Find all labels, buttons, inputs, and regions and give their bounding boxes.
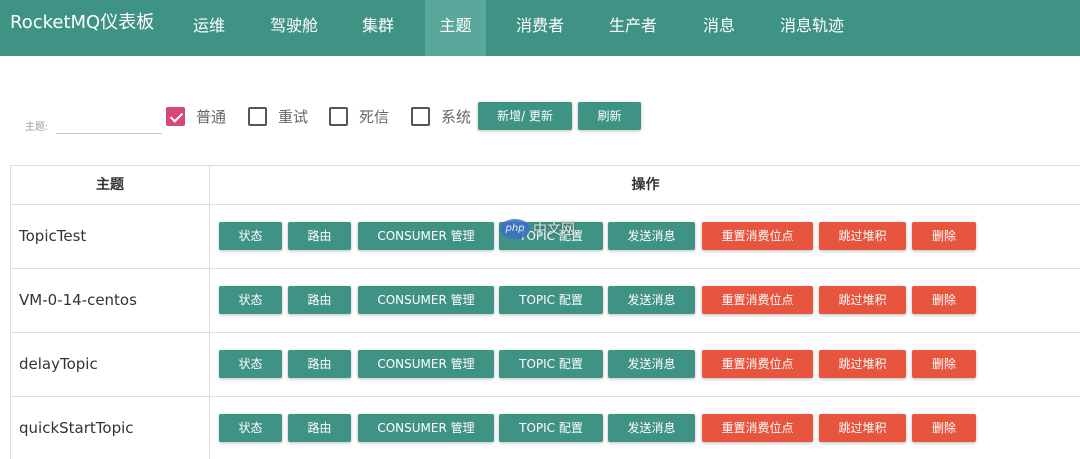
- skip-accumulate-button[interactable]: 跳过堆积: [819, 350, 906, 378]
- refresh-button[interactable]: 刷新: [578, 102, 641, 130]
- checkbox-system-label: 系统: [441, 107, 472, 126]
- topic-config-button[interactable]: TOPIC 配置: [499, 350, 603, 378]
- route-button[interactable]: 路由: [288, 414, 351, 442]
- consumer-manage-button[interactable]: CONSUMER 管理: [358, 222, 494, 250]
- topic-name: TopicTest: [19, 227, 87, 245]
- nav-message[interactable]: 消息: [688, 0, 750, 56]
- nav-producer[interactable]: 生产者: [595, 0, 671, 56]
- topic-config-button[interactable]: TOPIC 配置: [499, 286, 603, 314]
- status-button[interactable]: 状态: [219, 286, 282, 314]
- skip-accumulate-button[interactable]: 跳过堆积: [819, 222, 906, 250]
- nav-consumer[interactable]: 消费者: [502, 0, 578, 56]
- table-row: delayTopic 状态 路由 CONSUMER 管理 TOPIC 配置 发送…: [11, 332, 1080, 396]
- delete-button[interactable]: 删除: [912, 350, 976, 378]
- status-button[interactable]: 状态: [219, 222, 282, 250]
- send-message-button[interactable]: 发送消息: [608, 414, 695, 442]
- watermark: php 中文网: [500, 219, 575, 239]
- checkbox-checked-icon[interactable]: [166, 106, 185, 126]
- reset-offset-button[interactable]: 重置消费位点: [702, 350, 813, 378]
- consumer-manage-button[interactable]: CONSUMER 管理: [358, 414, 494, 442]
- route-button[interactable]: 路由: [288, 350, 351, 378]
- watermark-logo-icon: php: [500, 219, 530, 239]
- skip-accumulate-button[interactable]: 跳过堆积: [819, 286, 906, 314]
- checkbox-icon[interactable]: [329, 106, 348, 126]
- topic-filter-label: 主题:: [25, 122, 49, 133]
- skip-accumulate-button[interactable]: 跳过堆积: [819, 414, 906, 442]
- checkbox-system[interactable]: 系统: [411, 106, 471, 126]
- header-operations: 操作: [631, 177, 660, 193]
- route-button[interactable]: 路由: [288, 222, 351, 250]
- nav-dashboard[interactable]: 驾驶舱: [256, 0, 332, 56]
- topic-config-button[interactable]: TOPIC 配置: [499, 414, 603, 442]
- reset-offset-button[interactable]: 重置消费位点: [702, 414, 813, 442]
- nav-message-trace[interactable]: 消息轨迹: [766, 0, 858, 56]
- topic-name: delayTopic: [19, 355, 98, 373]
- topic-table: 主题 操作 TopicTest 状态 路由 CONSUMER 管理 TOPIC …: [10, 165, 1080, 459]
- nav-topic[interactable]: 主题: [425, 0, 486, 56]
- top-navbar: RocketMQ仪表板 运维 驾驶舱 集群 主题 消费者 生产者 消息 消息轨迹: [0, 0, 1080, 56]
- checkbox-icon[interactable]: [248, 106, 267, 126]
- table-row: quickStartTopic 状态 路由 CONSUMER 管理 TOPIC …: [11, 396, 1080, 459]
- topic-filter-input[interactable]: [56, 112, 162, 134]
- send-message-button[interactable]: 发送消息: [608, 286, 695, 314]
- brand-title[interactable]: RocketMQ仪表板: [10, 0, 154, 46]
- consumer-manage-button[interactable]: CONSUMER 管理: [358, 350, 494, 378]
- delete-button[interactable]: 删除: [912, 286, 976, 314]
- checkbox-retry[interactable]: 重试: [248, 106, 308, 126]
- send-message-button[interactable]: 发送消息: [608, 222, 695, 250]
- topic-name: quickStartTopic: [19, 419, 134, 437]
- nav-cluster[interactable]: 集群: [347, 0, 409, 56]
- status-button[interactable]: 状态: [219, 414, 282, 442]
- status-button[interactable]: 状态: [219, 350, 282, 378]
- checkbox-retry-label: 重试: [278, 107, 309, 126]
- add-update-button[interactable]: 新增/ 更新: [478, 102, 572, 130]
- header-topic: 主题: [96, 177, 124, 193]
- topic-name: VM-0-14-centos: [19, 291, 137, 309]
- checkbox-normal[interactable]: 普通: [166, 106, 226, 126]
- checkbox-icon[interactable]: [411, 106, 430, 126]
- checkbox-normal-label: 普通: [196, 107, 227, 126]
- send-message-button[interactable]: 发送消息: [608, 350, 695, 378]
- table-row: VM-0-14-centos 状态 路由 CONSUMER 管理 TOPIC 配…: [11, 268, 1080, 332]
- checkbox-dlq[interactable]: 死信: [329, 106, 389, 126]
- checkbox-dlq-label: 死信: [359, 107, 390, 126]
- reset-offset-button[interactable]: 重置消费位点: [702, 286, 813, 314]
- route-button[interactable]: 路由: [288, 286, 351, 314]
- reset-offset-button[interactable]: 重置消费位点: [702, 222, 813, 250]
- delete-button[interactable]: 删除: [912, 222, 976, 250]
- nav-ops[interactable]: 运维: [178, 0, 240, 56]
- watermark-text: 中文网: [533, 222, 575, 238]
- delete-button[interactable]: 删除: [912, 414, 976, 442]
- consumer-manage-button[interactable]: CONSUMER 管理: [358, 286, 494, 314]
